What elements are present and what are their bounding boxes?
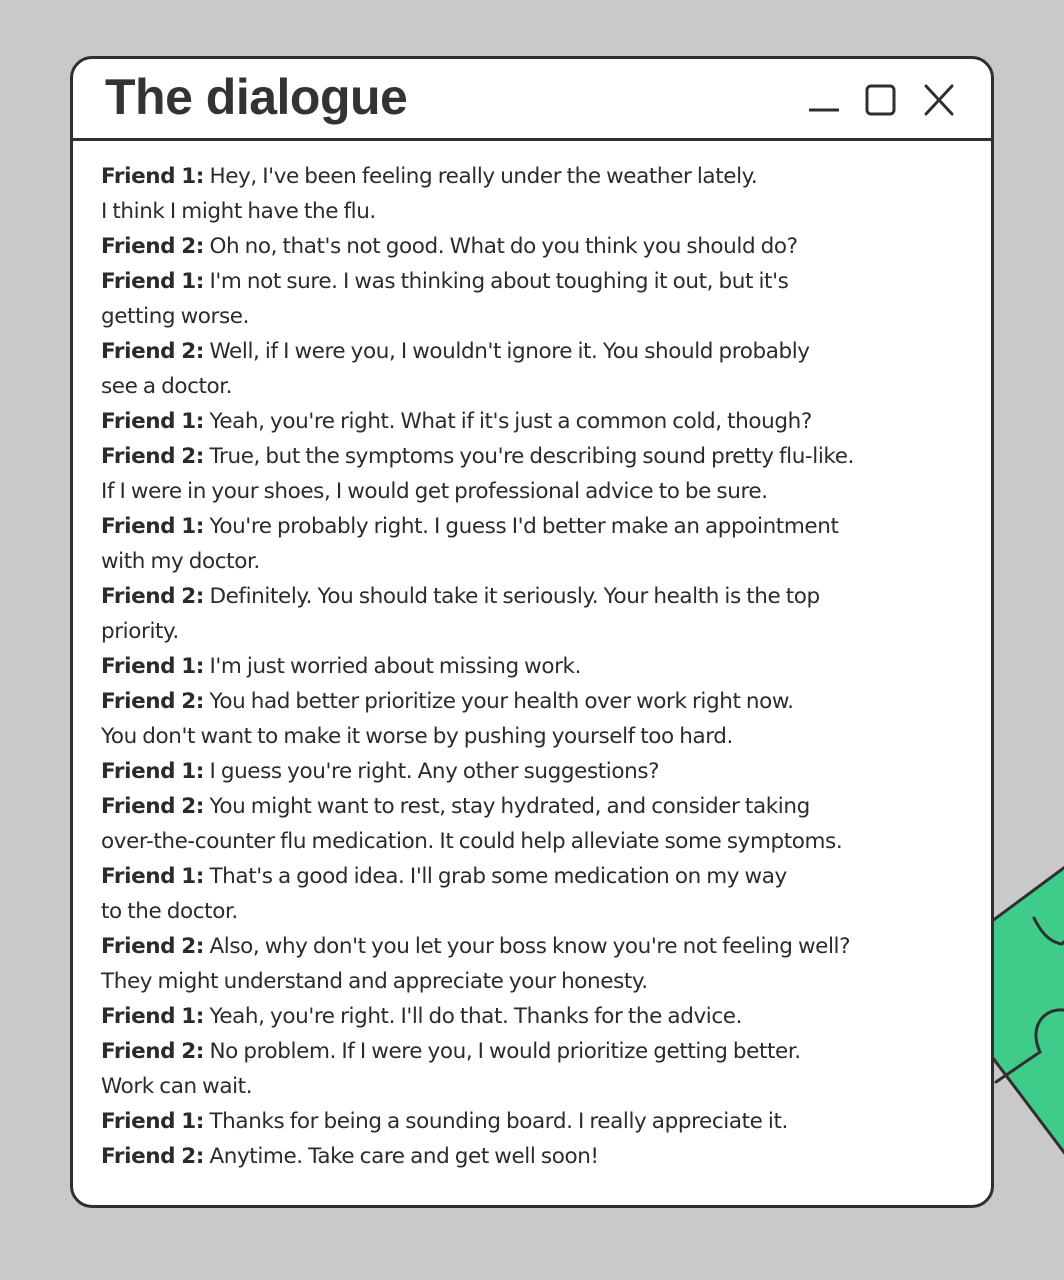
speaker-label: Friend 1: — [101, 514, 205, 539]
speaker-label: Friend 2: — [101, 584, 205, 609]
speaker-label: Friend 1: — [101, 164, 205, 189]
speaker-label: Friend 2: — [101, 1039, 205, 1064]
speaker-label: Friend 1: — [101, 1109, 205, 1134]
line-text: priority. — [101, 619, 179, 644]
dialogue-line: Friend 1: I'm just worried about missing… — [101, 649, 971, 684]
speaker-label: Friend 2: — [101, 934, 205, 959]
dialogue-line: Friend 2: Oh no, that's not good. What d… — [101, 229, 971, 264]
line-text: Also, why don't you let your boss know y… — [209, 934, 851, 959]
dialogue-line: You don't want to make it worse by pushi… — [101, 719, 971, 754]
speaker-label: Friend 2: — [101, 339, 205, 364]
line-text: Anytime. Take care and get well soon! — [209, 1144, 599, 1169]
dialogue-line: Friend 1: Hey, I've been feeling really … — [101, 159, 971, 194]
dialogue-line: Friend 1: I guess you're right. Any othe… — [101, 754, 971, 789]
speaker-label: Friend 1: — [101, 269, 205, 294]
line-text: Yeah, you're right. What if it's just a … — [209, 409, 812, 434]
line-text: Definitely. You should take it seriously… — [209, 584, 820, 609]
line-text: over-the-counter flu medication. It coul… — [101, 829, 843, 854]
dialogue-line: to the doctor. — [101, 894, 971, 929]
line-text: Hey, I've been feeling really under the … — [209, 164, 758, 189]
line-text: You don't want to make it worse by pushi… — [101, 724, 733, 749]
close-icon[interactable] — [923, 83, 955, 117]
line-text: I guess you're right. Any other suggesti… — [209, 759, 660, 784]
dialogue-line: Friend 2: No problem. If I were you, I w… — [101, 1034, 971, 1069]
line-text: Well, if I were you, I wouldn't ignore i… — [209, 339, 810, 364]
speaker-label: Friend 1: — [101, 1004, 205, 1029]
line-text: I'm not sure. I was thinking about tough… — [209, 269, 789, 294]
line-text: They might understand and appreciate you… — [101, 969, 648, 994]
dialogue-line: getting worse. — [101, 299, 971, 334]
dialogue-line: Friend 2: Anytime. Take care and get wel… — [101, 1139, 971, 1174]
dialogue-line: Friend 2: Definitely. You should take it… — [101, 579, 971, 614]
speaker-label: Friend 2: — [101, 794, 205, 819]
dialogue-line: over-the-counter flu medication. It coul… — [101, 824, 971, 859]
speaker-label: Friend 1: — [101, 409, 205, 434]
speaker-label: Friend 1: — [101, 864, 205, 889]
line-text: You had better prioritize your health ov… — [209, 689, 794, 714]
dialogue-line: They might understand and appreciate you… — [101, 964, 971, 999]
window-title: The dialogue — [105, 69, 408, 125]
line-text: Work can wait. — [101, 1074, 253, 1099]
dialogue-line: Friend 1: Yeah, you're right. What if it… — [101, 404, 971, 439]
speaker-label: Friend 2: — [101, 1144, 205, 1169]
dialogue-line: Friend 1: That's a good idea. I'll grab … — [101, 859, 971, 894]
dialogue-line: Friend 2: You had better prioritize your… — [101, 684, 971, 719]
dialogue-line: Friend 2: Well, if I were you, I wouldn'… — [101, 334, 971, 369]
line-text: to the doctor. — [101, 899, 238, 924]
speaker-label: Friend 2: — [101, 234, 205, 259]
dialogue-line: priority. — [101, 614, 971, 649]
dialogue-transcript: Friend 1: Hey, I've been feeling really … — [101, 159, 971, 1174]
line-text: Oh no, that's not good. What do you thin… — [209, 234, 798, 259]
dialogue-line: Friend 1: Thanks for being a sounding bo… — [101, 1104, 971, 1139]
speaker-label: Friend 2: — [101, 689, 205, 714]
line-text: I'm just worried about missing work. — [209, 654, 582, 679]
dialogue-line: with my doctor. — [101, 544, 971, 579]
dialogue-line: Friend 2: True, but the symptoms you're … — [101, 439, 971, 474]
line-text: see a doctor. — [101, 374, 233, 399]
dialogue-line: Friend 1: You're probably right. I guess… — [101, 509, 971, 544]
dialogue-line: Friend 1: Yeah, you're right. I'll do th… — [101, 999, 971, 1034]
minimize-icon[interactable] — [809, 83, 839, 117]
dialogue-line: Work can wait. — [101, 1069, 971, 1104]
line-text: True, but the symptoms you're describing… — [209, 444, 854, 469]
dialogue-line: Friend 2: Also, why don't you let your b… — [101, 929, 971, 964]
dialogue-line: If I were in your shoes, I would get pro… — [101, 474, 971, 509]
line-text: Thanks for being a sounding board. I rea… — [209, 1109, 788, 1134]
speaker-label: Friend 2: — [101, 444, 205, 469]
line-text: I think I might have the flu. — [101, 199, 376, 224]
title-bar: The dialogue — [73, 59, 991, 141]
dialogue-window: The dialogue Friend 1: Hey, I've been fe… — [70, 56, 994, 1208]
line-text: Yeah, you're right. I'll do that. Thanks… — [209, 1004, 743, 1029]
window-controls — [809, 83, 955, 117]
line-text: You might want to rest, stay hydrated, a… — [209, 794, 810, 819]
line-text: You're probably right. I guess I'd bette… — [209, 514, 839, 539]
dialogue-line: Friend 1: I'm not sure. I was thinking a… — [101, 264, 971, 299]
dialogue-line: Friend 2: You might want to rest, stay h… — [101, 789, 971, 824]
line-text: That's a good idea. I'll grab some medic… — [209, 864, 787, 889]
line-text: No problem. If I were you, I would prior… — [209, 1039, 801, 1064]
speaker-label: Friend 1: — [101, 654, 205, 679]
maximize-icon[interactable] — [865, 83, 897, 117]
line-text: getting worse. — [101, 304, 250, 329]
dialogue-line: see a doctor. — [101, 369, 971, 404]
line-text: If I were in your shoes, I would get pro… — [101, 479, 768, 504]
dialogue-line: I think I might have the flu. — [101, 194, 971, 229]
line-text: with my doctor. — [101, 549, 260, 574]
speaker-label: Friend 1: — [101, 759, 205, 784]
